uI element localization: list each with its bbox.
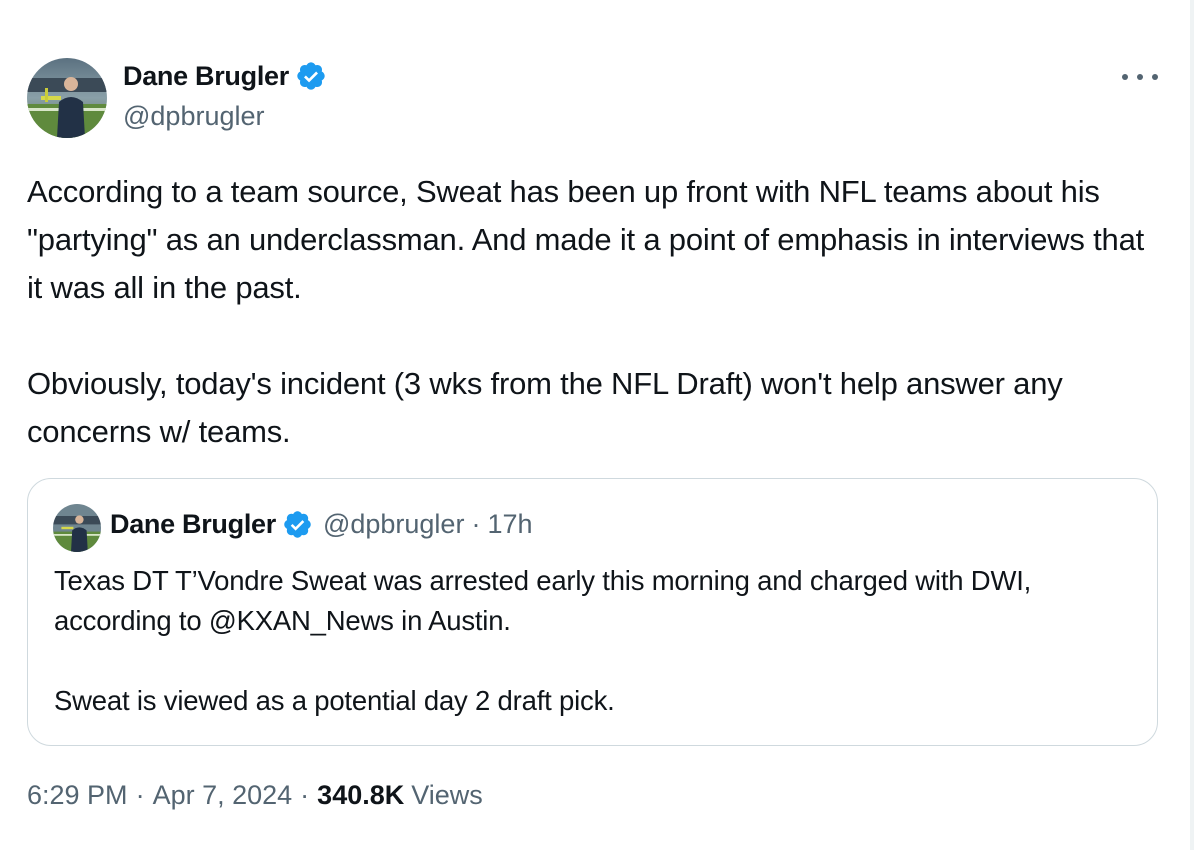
quoted-author-name: Dane Brugler (110, 509, 276, 539)
tweet-paragraph: Obviously, today's incident (3 wks from … (27, 366, 1063, 449)
avatar[interactable] (27, 58, 107, 138)
more-horizontal-icon (1137, 74, 1143, 80)
views-count[interactable]: 340.8K (317, 780, 404, 811)
tweet-text: According to a team source, Sweat has be… (27, 168, 1162, 456)
tweet-card: Dane Brugler @dpbrugler According to a t… (0, 0, 1190, 850)
verified-badge-icon[interactable] (295, 60, 327, 92)
views-label[interactable]: Views (411, 780, 483, 811)
quoted-paragraph: Sweat is viewed as a potential day 2 dra… (54, 685, 615, 716)
scrollbar-track (1190, 0, 1194, 850)
post-date[interactable]: Apr 7, 2024 (153, 780, 293, 811)
quoted-avatar[interactable] (53, 504, 101, 552)
quoted-tweet[interactable]: Dane Brugler @dpbrugler · 17h Texas DT T… (27, 478, 1158, 746)
quoted-paragraph: Texas DT T’Vondre Sweat was arrested ear… (54, 565, 1032, 636)
verified-badge-icon (284, 511, 311, 538)
separator-dot: · (471, 509, 481, 539)
quoted-timestamp: 17h (487, 509, 533, 539)
more-horizontal-icon (1122, 74, 1128, 80)
author-handle[interactable]: @dpbrugler (123, 101, 265, 132)
quoted-tweet-text: Texas DT T’Vondre Sweat was arrested ear… (54, 561, 1134, 721)
tweet-paragraph: According to a team source, Sweat has be… (27, 174, 1145, 305)
quoted-author-handle: @dpbrugler (322, 509, 465, 539)
tweet-meta: 6:29 PM · Apr 7, 2024 · 340.8K Views (27, 780, 483, 811)
more-options-button[interactable] (1120, 62, 1160, 92)
more-horizontal-icon (1152, 74, 1158, 80)
separator-dot: · (135, 780, 145, 810)
quoted-header: Dane Brugler @dpbrugler · 17h (110, 509, 533, 540)
post-time[interactable]: 6:29 PM (27, 780, 128, 811)
author-name-row: Dane Brugler (123, 60, 327, 92)
author-name[interactable]: Dane Brugler (123, 61, 289, 92)
separator-dot: · (300, 780, 310, 810)
